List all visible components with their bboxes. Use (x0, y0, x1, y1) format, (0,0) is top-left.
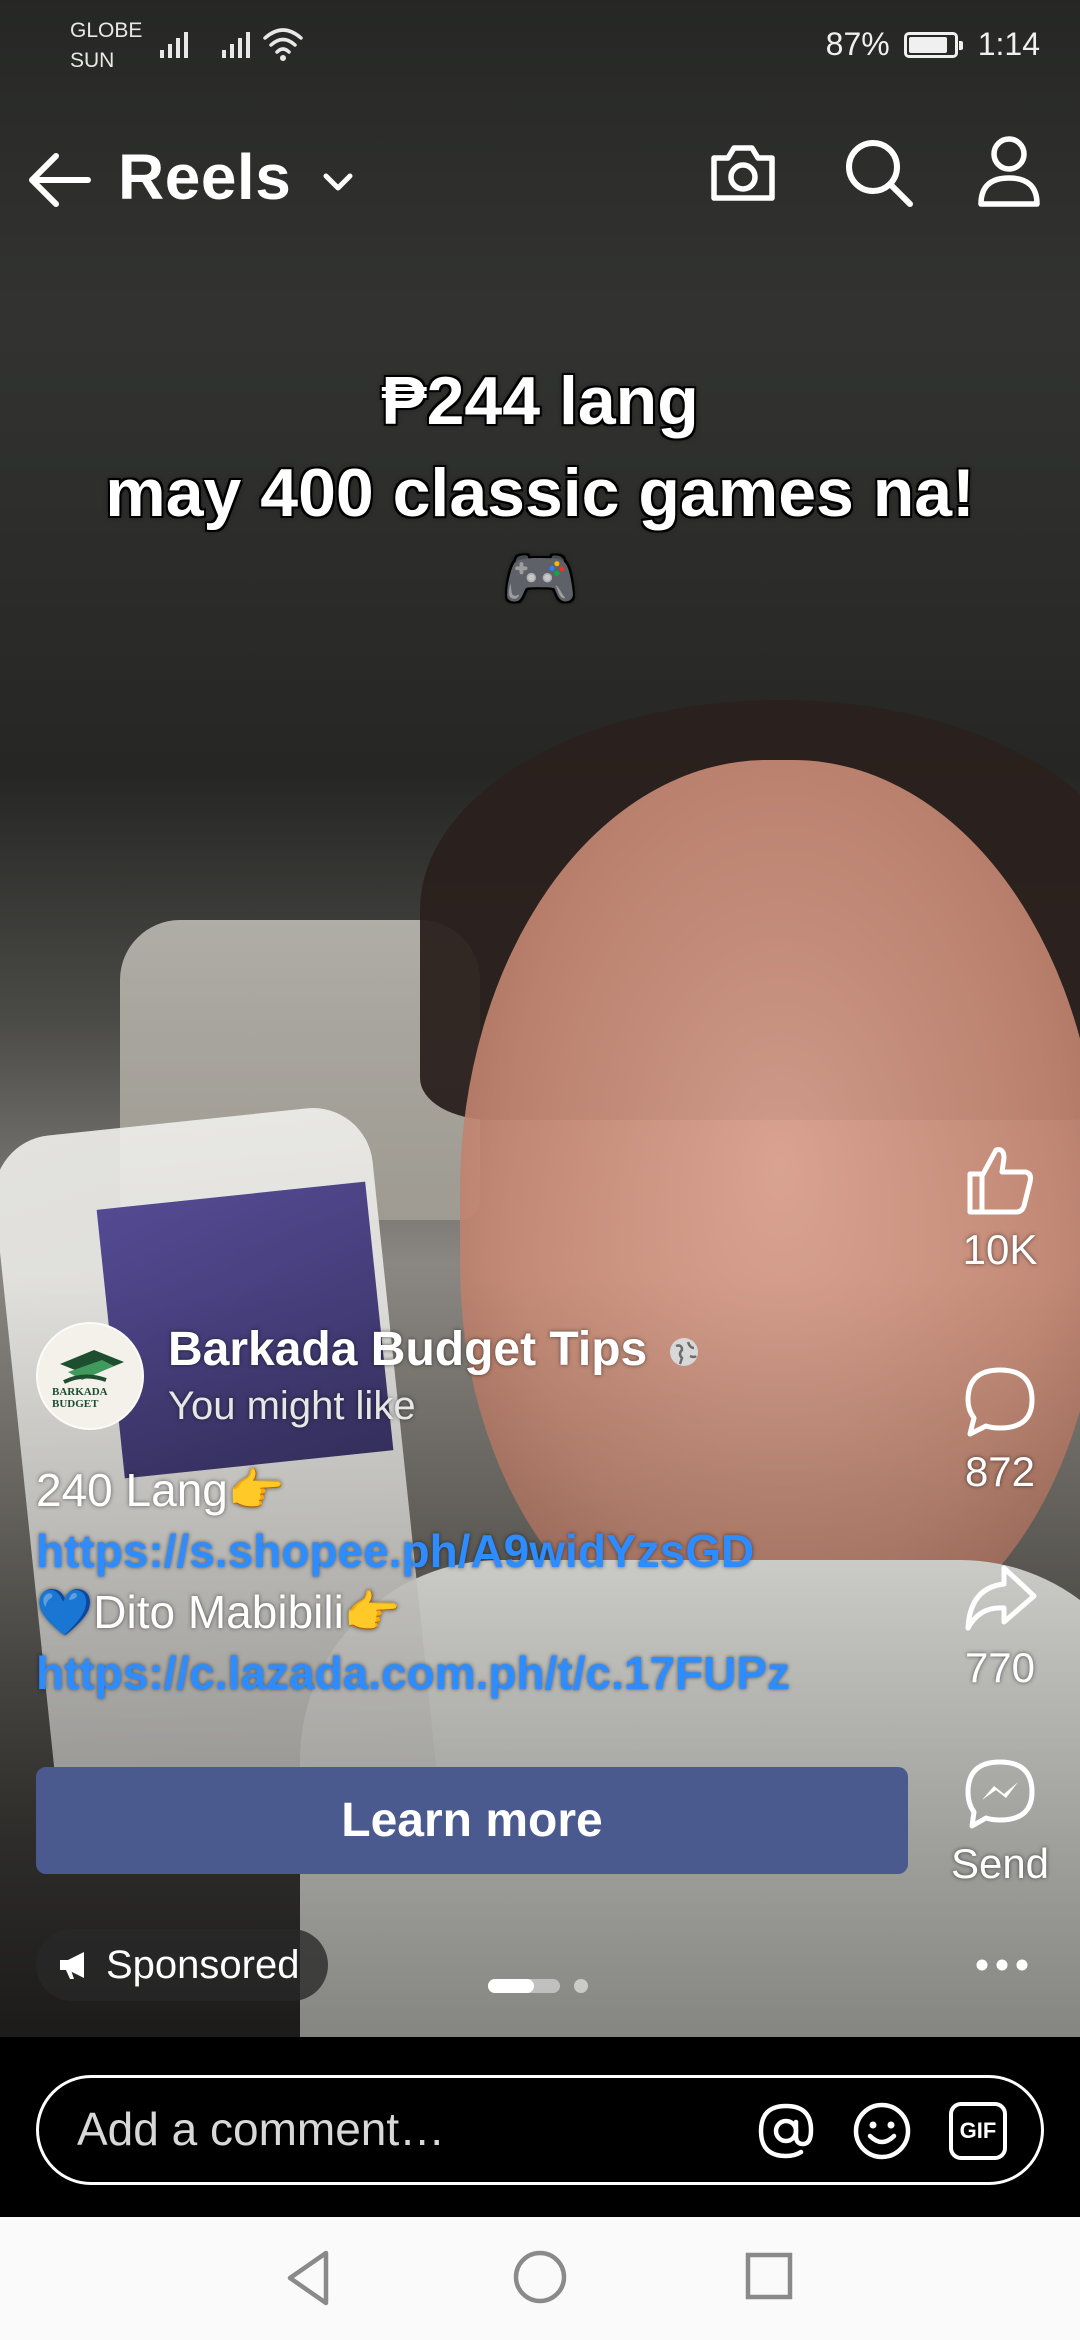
back-arrow-icon[interactable] (26, 150, 92, 210)
video-text-overlay: ₱244 lang may 400 classic games na! 🎮 (0, 355, 1080, 619)
post-description: 240 Lang👉 https://s.shopee.ph/A9widYzsGD… (36, 1460, 896, 1704)
avatar-text: BARKADA BUDGET (52, 1386, 108, 1410)
comment-count: 872 (964, 1448, 1036, 1495)
carrier-labels: GLOBE SUN (70, 16, 142, 76)
status-right: 87% 1:14 (826, 26, 1040, 63)
author-row[interactable]: BARKADA BUDGET Barkada Budget Tips You m… (36, 1322, 896, 1432)
more-options-icon[interactable] (972, 1950, 1032, 1980)
like-count: 10K (962, 1226, 1038, 1273)
gif-label: GIF (959, 2118, 997, 2143)
share-arrow-icon (965, 1565, 1037, 1631)
comment-button[interactable]: 872 (930, 1362, 1070, 1496)
caption-line-2: may 400 classic games na! (105, 455, 975, 531)
profile-icon[interactable] (976, 134, 1042, 210)
globe-icon (670, 1338, 698, 1366)
battery-icon (903, 31, 963, 58)
emoji-icon[interactable] (851, 2100, 913, 2162)
sponsored-badge[interactable]: Sponsored (36, 1929, 328, 2001)
nav-back-icon[interactable] (282, 2247, 334, 2309)
megaphone-icon (60, 1952, 84, 1979)
avatar[interactable]: BARKADA BUDGET (36, 1322, 144, 1430)
gif-icon[interactable]: GIF (949, 2102, 1007, 2160)
reels-header: Reels (0, 120, 1080, 240)
comment-input[interactable]: Add a comment… GIF (36, 2075, 1044, 2185)
clock: 1:14 (977, 26, 1040, 62)
mention-icon[interactable] (755, 2100, 817, 2162)
pager-active-indicator (488, 1979, 534, 1993)
nav-home-icon[interactable] (512, 2249, 568, 2305)
learn-more-button[interactable]: Learn more (36, 1767, 908, 1874)
carrier-label-2: SUN (70, 49, 115, 72)
camera-icon[interactable] (706, 136, 780, 210)
comment-placeholder: Add a comment… (77, 2103, 446, 2155)
page-name[interactable]: Barkada Budget Tips (168, 1322, 647, 1377)
like-button[interactable]: 10K (930, 1140, 1070, 1274)
game-controller-icon: 🎮 (502, 545, 578, 612)
battery-percent: 87% (825, 26, 890, 62)
comment-bar: Add a comment… GIF (0, 2037, 1080, 2217)
lazada-link[interactable]: https://c.lazada.com.ph/t/c.17FUPz (36, 1643, 896, 1704)
page-title[interactable]: Reels (118, 140, 291, 214)
nav-recents-icon[interactable] (744, 2251, 794, 2301)
system-nav-bar (0, 2217, 1080, 2340)
chevron-down-icon[interactable] (318, 162, 358, 202)
send-label: Send (950, 1840, 1050, 1887)
carrier-label-1: GLOBE (70, 19, 143, 42)
status-bar: GLOBE SUN 87% 1:14 (0, 0, 1080, 90)
pager-dot (574, 1979, 588, 1993)
wifi-icon (263, 28, 303, 61)
share-button[interactable]: 770 (930, 1558, 1070, 1692)
description-line-2: 💙Dito Mabibili👉 (36, 1586, 402, 1638)
signal-strength-icon-1 (160, 28, 188, 58)
messenger-icon (965, 1759, 1035, 1829)
shopee-link[interactable]: https://s.shopee.ph/A9widYzsGD (36, 1521, 896, 1582)
description-line-1: 240 Lang👉 (36, 1464, 286, 1516)
caption-line-1: ₱244 lang (381, 363, 699, 439)
send-button[interactable]: Send (930, 1754, 1070, 1888)
share-count: 770 (964, 1644, 1036, 1691)
comment-bubble-icon (965, 1367, 1035, 1437)
sponsored-label: Sponsored (106, 1942, 300, 1987)
suggestion-label: You might like (168, 1384, 416, 1428)
search-icon[interactable] (840, 134, 916, 210)
reel-video[interactable] (0, 0, 1080, 2037)
thumbs-up-icon (967, 1147, 1033, 1215)
carousel-pager (488, 1976, 598, 1996)
battery-level (908, 36, 947, 53)
signal-strength-icon-2 (222, 28, 250, 58)
